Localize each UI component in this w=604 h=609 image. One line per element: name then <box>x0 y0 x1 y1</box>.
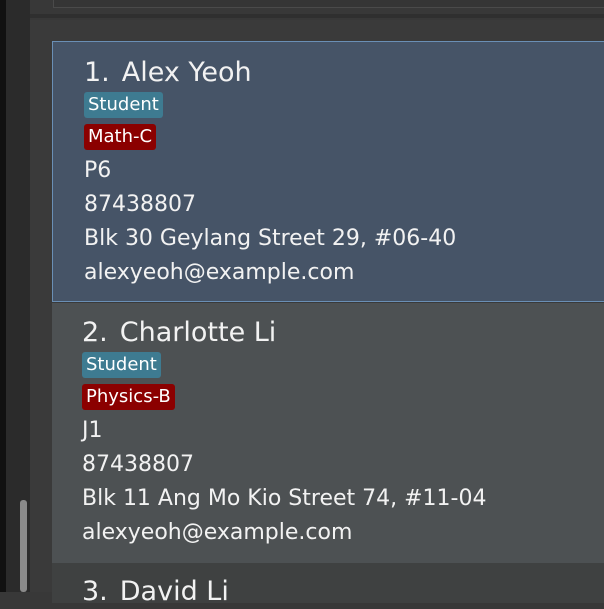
person-card-1[interactable]: 1. Alex Yeoh Student Math-C P6 87438807 B… <box>52 41 604 302</box>
person-card-3[interactable]: 3. David Li <box>52 563 604 607</box>
person-level: P6 <box>84 158 112 183</box>
person-email: alexyeoh@example.com <box>82 520 353 545</box>
person-level: J1 <box>82 418 103 443</box>
person-phone: 87438807 <box>82 452 194 477</box>
person-index: 1. <box>84 57 110 88</box>
person-address: Blk 11 Ang Mo Kio Street 74, #11-04 <box>82 486 487 511</box>
result-display-box <box>53 0 604 8</box>
scrollbar-thumb[interactable] <box>20 500 27 592</box>
role-tag: Student <box>84 92 163 118</box>
scrollbar-track[interactable] <box>6 0 30 592</box>
panel-divider <box>30 14 604 18</box>
person-name: Alex Yeoh <box>121 57 252 88</box>
person-phone: 87438807 <box>84 192 196 217</box>
role-tag: Student <box>82 352 161 378</box>
person-name-row: 2. Charlotte Li <box>82 316 487 350</box>
person-name-row: 3. David Li <box>82 575 229 609</box>
subject-tag: Math-C <box>84 124 157 150</box>
person-email: alexyeoh@example.com <box>84 260 355 285</box>
person-name: Charlotte Li <box>119 317 277 348</box>
person-name-row: 1. Alex Yeoh <box>84 56 456 90</box>
person-index: 2. <box>82 317 108 348</box>
person-card-2[interactable]: 2. Charlotte Li Student Physics-B J1 8743… <box>52 303 604 563</box>
subject-tag: Physics-B <box>82 384 175 410</box>
person-address: Blk 30 Geylang Street 29, #06-40 <box>84 226 457 251</box>
